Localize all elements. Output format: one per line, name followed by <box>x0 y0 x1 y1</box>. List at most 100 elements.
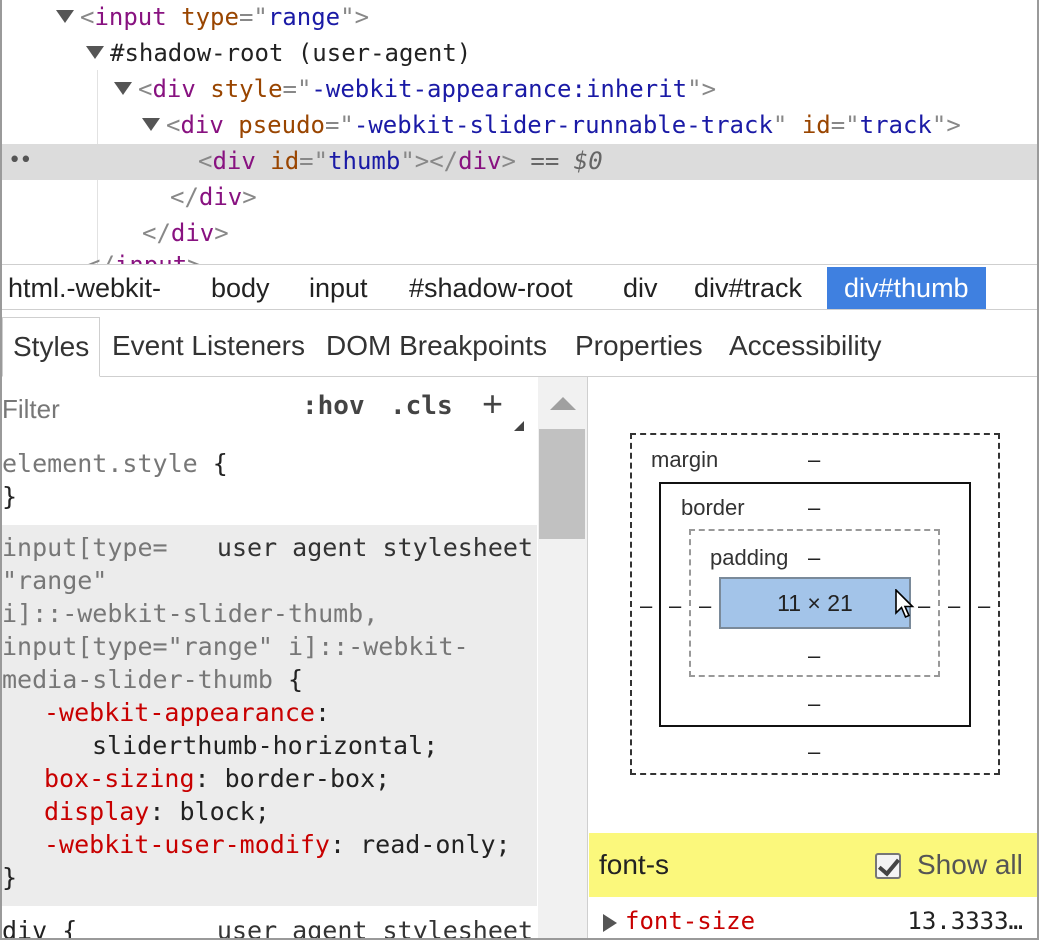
css-value: border-box; <box>224 764 391 793</box>
dom-node-thumb-text: <div id="thumb"></div> == $0 <box>198 147 603 175</box>
tab-accessibility[interactable]: Accessibility <box>729 317 881 377</box>
breadcrumb-input[interactable]: input <box>303 267 374 309</box>
breadcrumb-div-thumb[interactable]: div#thumb <box>827 267 986 309</box>
attr-name: id <box>270 147 300 175</box>
padding-top-value[interactable]: – <box>808 545 820 571</box>
tab-dom-breakpoints[interactable]: DOM Breakpoints <box>326 317 547 377</box>
new-style-rule-button[interactable]: + <box>482 383 503 425</box>
tag-name: input <box>115 251 187 264</box>
margin-right-value[interactable]: – <box>978 593 990 619</box>
margin-left-value[interactable]: – <box>640 593 652 619</box>
styles-scrollbar[interactable] <box>538 377 587 940</box>
dom-node-div-thumb-selected[interactable]: •• <div id="thumb"></div> == $0 <box>2 144 1037 180</box>
mouse-cursor-icon <box>895 589 915 619</box>
attr-name: id <box>801 111 831 139</box>
rule-selector[interactable]: input[type="range" i]::-webkit- <box>2 632 469 661</box>
tag-name: input <box>94 3 167 31</box>
margin-bottom-value[interactable]: – <box>808 739 820 765</box>
tag-name: div <box>180 111 224 139</box>
attr-value: thumb <box>328 147 401 175</box>
padding-label: padding <box>710 545 789 570</box>
css-declaration[interactable]: box-sizing: border-box; <box>2 762 537 795</box>
dom-node-closing-div[interactable]: </div> <box>142 216 229 252</box>
tag-name: div <box>198 183 243 211</box>
rule-selector[interactable]: i]::-webkit-slider-thumb, <box>2 599 378 628</box>
computed-filter-input[interactable] <box>599 847 799 883</box>
computed-filter-bar: Show all <box>589 833 1037 897</box>
breadcrumb-shadow-root[interactable]: #shadow-root <box>403 267 579 309</box>
hov-button[interactable]: :hov <box>302 391 365 421</box>
computed-property-row[interactable]: font-size 13.3333… <box>589 897 1037 940</box>
breadcrumb-html[interactable]: html.-webkit- <box>2 267 167 309</box>
border-top-value[interactable]: – <box>808 495 820 521</box>
rule-source: user agent stylesheet <box>216 533 533 562</box>
css-declaration-continued: sliderthumb-horizontal; <box>2 729 537 762</box>
styles-filter-input[interactable] <box>2 391 282 427</box>
shadow-root-label: #shadow-root (user-agent) <box>110 39 472 67</box>
expanded-triangle-icon[interactable] <box>142 117 160 131</box>
show-all-label[interactable]: Show all <box>917 849 1023 881</box>
dom-node-closing-div-track[interactable]: </div> <box>170 180 257 216</box>
dom-node-input[interactable]: <input type="range"> <box>56 0 369 36</box>
scrollbar-thumb[interactable] <box>539 429 585 539</box>
show-all-checkbox[interactable] <box>875 853 901 879</box>
attr-value: track <box>859 111 932 139</box>
css-property: -webkit-user-modify <box>44 830 330 859</box>
rule-selector[interactable]: div { <box>2 916 77 940</box>
border-left-value[interactable]: – <box>669 593 681 619</box>
sidebar-tabs: Styles Event Listeners DOM Breakpoints P… <box>2 311 1037 377</box>
rule-selector[interactable]: input[type= <box>2 533 168 562</box>
rule-selector[interactable]: media-slider-thumb <box>2 665 288 694</box>
border-bottom-value[interactable]: – <box>808 691 820 717</box>
computed-property-name: font-size <box>625 907 756 935</box>
attr-value: -webkit-slider-runnable-track <box>353 111 773 139</box>
tag-name: div <box>212 147 256 175</box>
attr-name: style <box>210 75 283 103</box>
selected-node-marker: == $0 <box>515 147 603 175</box>
breadcrumb-div-track[interactable]: div#track <box>688 267 808 309</box>
css-value: read-only; <box>360 830 511 859</box>
css-value: sliderthumb-horizontal; <box>92 731 439 760</box>
dom-node-div-style[interactable]: <div style="-webkit-appearance:inherit"> <box>114 72 716 108</box>
dom-node-div-track[interactable]: <div pseudo="-webkit-slider-runnable-tra… <box>142 108 961 144</box>
tab-properties[interactable]: Properties <box>575 317 703 377</box>
box-model-content[interactable]: 11 × 21 <box>719 577 911 629</box>
expand-triangle-icon[interactable] <box>603 914 617 932</box>
padding-right-value[interactable]: – <box>918 593 930 619</box>
css-declaration[interactable]: -webkit-user-modify: read-only; <box>2 828 537 861</box>
attr-name: type <box>181 3 239 31</box>
dom-node-shadow-root[interactable]: #shadow-root (user-agent) <box>86 36 471 72</box>
breadcrumb-div[interactable]: div <box>617 267 664 309</box>
css-property: display <box>44 797 150 826</box>
cls-button[interactable]: .cls <box>390 391 453 421</box>
padding-left-value[interactable]: – <box>699 593 711 619</box>
rule-selector[interactable]: element.style <box>2 449 198 478</box>
padding-bottom-value[interactable]: – <box>808 643 820 669</box>
css-property: box-sizing <box>44 764 195 793</box>
tag-name: div <box>152 75 196 103</box>
css-declaration[interactable]: display: block; <box>2 795 537 828</box>
dom-node-closing-input[interactable]: </input> <box>86 248 202 264</box>
css-declaration[interactable]: -webkit-appearance: <box>2 696 537 729</box>
expanded-triangle-icon[interactable] <box>114 81 132 95</box>
expanded-triangle-icon[interactable] <box>56 9 74 23</box>
more-options-icon[interactable]: •• <box>8 144 32 178</box>
breadcrumb: html.-webkit- body input #shadow-root di… <box>2 264 1037 310</box>
tag-open: < <box>80 3 95 31</box>
attr-value: -webkit-appearance:inherit <box>311 75 688 103</box>
border-label: border <box>681 495 745 520</box>
styles-toolbar: :hov .cls + <box>2 377 537 437</box>
scroll-up-arrow-icon[interactable] <box>550 397 576 410</box>
div-rule: div {user agent stylesheet <box>2 906 537 940</box>
margin-label: margin <box>651 447 719 472</box>
computed-property-value: 13.3333… <box>907 907 1023 935</box>
border-right-value[interactable]: – <box>948 593 960 619</box>
expanded-triangle-icon[interactable] <box>86 45 104 59</box>
breadcrumb-body[interactable]: body <box>205 267 276 309</box>
attr-value: range <box>267 3 341 31</box>
tab-styles[interactable]: Styles <box>2 317 101 377</box>
tab-event-listeners[interactable]: Event Listeners <box>112 317 305 377</box>
margin-top-value[interactable]: – <box>808 447 820 473</box>
rule-selector[interactable]: "range" <box>2 566 107 595</box>
element-style-rule: element.style { } <box>2 449 228 511</box>
